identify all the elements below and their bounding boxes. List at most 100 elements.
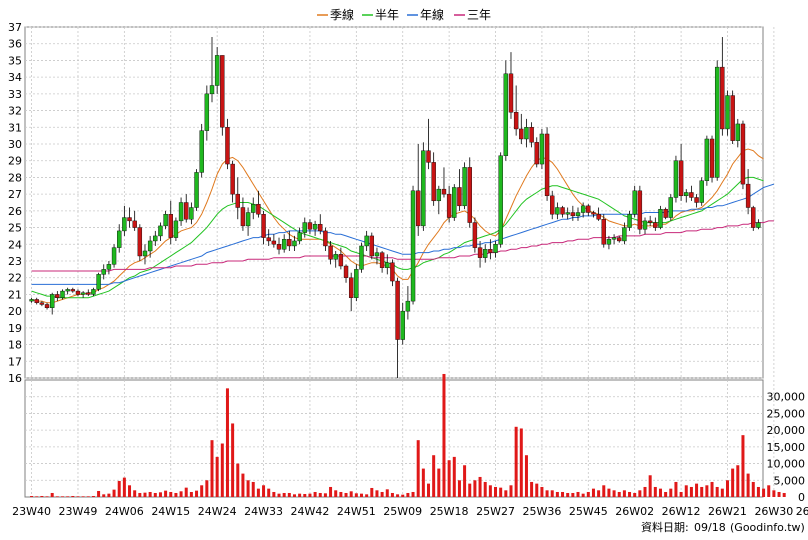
volume-bar xyxy=(602,485,606,497)
candle-up xyxy=(354,269,359,298)
candle-up xyxy=(462,167,467,207)
candle-down xyxy=(560,207,565,215)
volume-bar xyxy=(272,491,276,497)
candle-down xyxy=(601,219,606,245)
candle-up xyxy=(611,237,617,240)
volume-bar xyxy=(35,496,39,497)
candle-up xyxy=(333,254,338,260)
candle-up xyxy=(29,299,34,302)
price-tick-label: 37 xyxy=(8,21,22,34)
candle-up xyxy=(622,227,627,242)
candle-up xyxy=(539,133,545,165)
candle-down xyxy=(328,245,333,260)
stock-chart: 季線 半年 年線 三年 16 17 18 19 20 21 22 23 24 25 26 27 28 29… xyxy=(0,0,808,540)
volume-bar xyxy=(586,491,590,497)
volume-bar xyxy=(478,476,482,497)
candle-down xyxy=(663,208,668,218)
footer-date: 09/18 xyxy=(694,521,726,534)
volume-bar xyxy=(349,491,353,497)
candle-down xyxy=(318,224,323,232)
volume-bar xyxy=(117,480,121,497)
volume-bar xyxy=(97,490,101,497)
price-tick-label: 34 xyxy=(8,71,22,84)
candle-down xyxy=(586,205,591,213)
candle-up xyxy=(452,187,457,218)
candle-down xyxy=(86,292,91,295)
volume-bar xyxy=(617,491,621,497)
candle-down xyxy=(740,123,746,185)
x-tick-label: 25W45 xyxy=(569,505,608,518)
candle-up xyxy=(199,130,204,173)
candle-up xyxy=(281,239,287,250)
candle-down xyxy=(508,73,514,113)
candle-up xyxy=(214,55,220,86)
volume-bar xyxy=(287,492,291,497)
candle-up xyxy=(400,310,405,340)
price-tick-label: 22 xyxy=(8,272,22,285)
volume-bar xyxy=(674,481,678,497)
volume-bar xyxy=(488,485,492,497)
candle-up xyxy=(756,222,761,228)
candle-up xyxy=(122,217,127,232)
x-tick-label: 24W33 xyxy=(244,505,283,518)
volume-bar xyxy=(648,475,652,497)
volume-bar xyxy=(91,495,95,497)
candle-down xyxy=(534,142,539,165)
volume-bar xyxy=(128,485,132,497)
volume-bar xyxy=(705,485,709,497)
candle-up xyxy=(158,225,163,237)
volume-tick-label: 5,000 xyxy=(774,474,806,487)
volume-tick-label: 0 xyxy=(798,491,805,504)
volume-bar xyxy=(401,494,405,497)
candle-down xyxy=(477,247,483,258)
volume-bar xyxy=(612,490,616,497)
x-tick-label: 24W42 xyxy=(291,505,330,518)
volume-bar xyxy=(658,488,662,497)
volume-tick-label: 15,000 xyxy=(767,441,806,454)
volume-bar xyxy=(390,492,394,497)
candle-down xyxy=(34,299,39,303)
volume-bar xyxy=(509,485,513,497)
volume-bar xyxy=(359,493,363,497)
price-tick-label: 24 xyxy=(8,238,22,251)
candle-up xyxy=(117,230,122,248)
volume-tick-label: 10,000 xyxy=(767,458,806,471)
candle-up xyxy=(209,85,215,95)
candle-up xyxy=(153,235,158,242)
x-tick-label: 26W30 xyxy=(754,505,793,518)
volume-bar xyxy=(720,488,724,497)
volume-bar xyxy=(581,493,585,497)
volume-bar xyxy=(122,477,126,497)
candle-up xyxy=(292,240,297,247)
volume-bar xyxy=(669,488,673,497)
volume-bar xyxy=(561,491,565,497)
candle-up xyxy=(101,269,106,275)
volume-bar xyxy=(189,491,193,497)
candle-up xyxy=(436,188,442,202)
volume-bar xyxy=(772,490,776,497)
candle-up xyxy=(575,212,581,217)
candle-up xyxy=(714,66,720,178)
price-tick-label: 30 xyxy=(8,138,22,151)
volume-bar xyxy=(530,481,534,497)
volume-bar xyxy=(411,491,415,497)
volume-bar xyxy=(473,480,477,497)
x-tick-label: 24W15 xyxy=(151,505,190,518)
volume-bar xyxy=(396,494,400,497)
volume-bar xyxy=(344,492,348,497)
candle-up xyxy=(421,150,426,227)
candle-up xyxy=(302,222,307,233)
candle-up xyxy=(359,245,364,270)
volume-bar xyxy=(385,489,389,497)
volume-bar xyxy=(133,490,137,497)
candle-down xyxy=(441,188,447,195)
volume-bar xyxy=(61,496,65,497)
volume-bar xyxy=(684,485,688,497)
candle-down xyxy=(457,187,462,207)
x-tick-label: 25W18 xyxy=(430,505,469,518)
candle-down xyxy=(745,183,751,208)
volume-bar xyxy=(76,496,80,497)
candle-up xyxy=(580,205,586,213)
volume-bar xyxy=(524,455,528,497)
candle-down xyxy=(689,192,694,198)
